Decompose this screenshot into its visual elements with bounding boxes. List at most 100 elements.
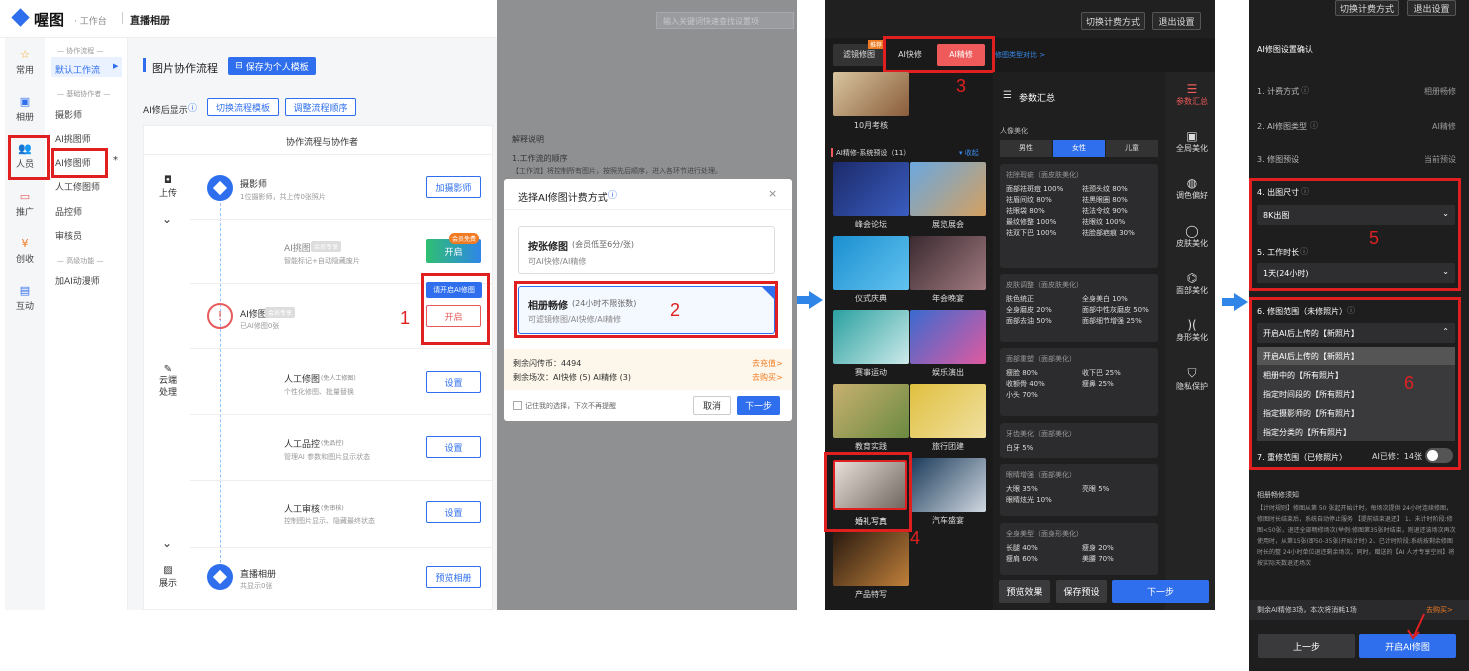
promote-icon: ▭ xyxy=(19,190,31,203)
chevron-down-icon[interactable]: ⌄ xyxy=(162,536,172,550)
param-value: 祛黑眼圈 80% xyxy=(1082,196,1128,204)
side-global[interactable]: ▣ 全局美化 xyxy=(1169,129,1215,154)
preview-album-button[interactable]: 预览相册 xyxy=(426,566,481,588)
save-template-button[interactable]: ⊟ 保存为个人模板 xyxy=(228,57,316,75)
explain-line2: 【工作流】将控制所有图片，按照先后顺序，进入各环节进行处理。 xyxy=(512,167,722,175)
thumb-label: 娱乐演出 xyxy=(932,368,964,377)
thumb-image[interactable] xyxy=(910,162,986,216)
highlight-wedding xyxy=(824,452,912,532)
buy-link[interactable]: 去购买> xyxy=(1426,605,1453,615)
sub-item-photographer[interactable]: 摄影师 xyxy=(55,108,82,121)
param-value: 大眼 35% xyxy=(1006,485,1038,493)
step-marker: 1 xyxy=(400,308,411,328)
thumb-image[interactable] xyxy=(833,384,909,438)
recharge-link[interactable]: 去充值> xyxy=(752,358,783,369)
thumb-label: 产品特写 xyxy=(855,590,887,599)
thumb-image[interactable] xyxy=(910,310,986,364)
page-title: 图片协作流程 xyxy=(152,62,218,75)
dialog-divider xyxy=(504,209,792,210)
exit-settings-button[interactable]: 退出设置 xyxy=(1407,0,1456,16)
side-face[interactable]: ⌬ 面部美化 xyxy=(1169,271,1215,296)
param-value: 全身磨皮 20% xyxy=(1006,306,1052,314)
save-preset-button[interactable]: 保存预设 xyxy=(1056,580,1107,603)
divider xyxy=(122,12,123,24)
gender-tab-female[interactable]: 女性 xyxy=(1053,140,1105,157)
nav-revenue[interactable]: ¥ 创收 xyxy=(5,237,45,265)
param-value: 最纹修整 100% xyxy=(1006,218,1057,226)
remember-checkbox[interactable] xyxy=(513,401,522,410)
help-icon[interactable]: ⓘ xyxy=(1301,85,1309,96)
sub-item-manual-retoucher[interactable]: 人工修图师 xyxy=(55,180,100,193)
switch-billing-button[interactable]: 切换计费方式 xyxy=(1335,0,1399,16)
param-value: 祛双下巴 100% xyxy=(1006,229,1057,237)
next-button[interactable]: 下一步 xyxy=(1112,580,1209,603)
row-title: 人工品控 xyxy=(284,440,321,450)
sub-item-ai-anime[interactable]: 加AI动漫师 xyxy=(55,274,100,287)
close-icon[interactable]: × xyxy=(768,187,777,200)
breadcrumb[interactable]: 直播相册 xyxy=(130,12,170,27)
param-value: 瘦肩 60% xyxy=(1006,555,1038,563)
help-icon[interactable]: ⓘ xyxy=(188,101,197,114)
side-skin[interactable]: ◯ 皮肤美化 xyxy=(1169,224,1215,249)
add-photographer-button[interactable]: 加摄影师 xyxy=(426,176,481,198)
nav-album[interactable]: ▣ 相册 xyxy=(5,95,45,123)
thumb-image[interactable] xyxy=(910,384,986,438)
search-input[interactable]: 输入关键词快速查找设置项 xyxy=(656,12,794,29)
card-title: 皮肤调整（面皮肤美化） xyxy=(1006,281,1083,289)
sub-item-reviewer[interactable]: 审核员 xyxy=(55,229,82,242)
card-title: 祛除瑕疵（面皮肤美化） xyxy=(1006,171,1083,179)
ai-show-label: AI修后显示 xyxy=(143,106,188,116)
sub-item-ai-picker[interactable]: AI挑图师 xyxy=(55,132,91,145)
side-body[interactable]: )(身形美化 xyxy=(1169,318,1215,343)
face-shape-icon: ⌬ xyxy=(1186,271,1198,285)
flow-arrow-icon xyxy=(1234,293,1248,311)
switch-template-button[interactable]: 切换流程模板 xyxy=(207,98,279,116)
thumb-image[interactable] xyxy=(833,162,909,216)
buy-link[interactable]: 去购买> xyxy=(752,372,783,383)
param-value: 祛眼袋 80% xyxy=(1006,207,1045,215)
cancel-button[interactable]: 取消 xyxy=(693,396,731,415)
gender-tab-male[interactable]: 男性 xyxy=(1000,140,1052,157)
collapse-link[interactable]: ▾ 收起 xyxy=(959,148,979,158)
explain-title: 解释说明 xyxy=(512,135,544,144)
nav-common[interactable]: ☆ 常用 xyxy=(5,48,45,76)
side-privacy[interactable]: ⛉ 隐私保护 xyxy=(1169,366,1215,392)
row-tag: (免人工修图) xyxy=(321,375,356,382)
gender-tab-child[interactable]: 儿童 xyxy=(1106,140,1158,157)
review-settings-button[interactable]: 设置 xyxy=(426,501,481,523)
recommend-badge: 推荐 xyxy=(868,40,885,49)
thumb-image[interactable] xyxy=(833,72,909,116)
thumb-image[interactable] xyxy=(910,458,986,512)
help-icon[interactable]: ⓘ xyxy=(1310,120,1318,131)
manual-retouch-settings-button[interactable]: 设置 xyxy=(426,371,481,393)
setting-value: AI精修 xyxy=(1432,122,1456,131)
exit-settings-button[interactable]: 退出设置 xyxy=(1152,12,1201,30)
thumb-label: 峰会论坛 xyxy=(855,220,887,229)
next-button[interactable]: 下一步 xyxy=(737,396,780,415)
nav-interact[interactable]: ▤ 互动 xyxy=(5,284,45,312)
quality-settings-button[interactable]: 设置 xyxy=(426,436,481,458)
chevron-down-icon[interactable]: ⌄ xyxy=(162,212,172,226)
side-color[interactable]: ◍ 调色偏好 xyxy=(1169,176,1215,201)
adjust-order-button[interactable]: 调整流程顺序 xyxy=(285,98,356,116)
thumb-image[interactable] xyxy=(833,532,909,586)
help-icon[interactable]: ⓘ xyxy=(608,188,617,201)
logo-text[interactable]: 喔图 xyxy=(34,9,64,30)
side-summary[interactable]: ☰ 参数汇总 xyxy=(1169,82,1215,107)
thumb-image[interactable] xyxy=(833,236,909,290)
highlight-size-duration xyxy=(1249,178,1461,291)
row-title: 人工修图 xyxy=(284,375,321,385)
compare-link[interactable]: 修图类型对比 > xyxy=(995,50,1045,60)
param-value: 美腰 70% xyxy=(1082,555,1114,563)
highlight-ai-fine xyxy=(883,36,995,73)
sub-item-quality[interactable]: 品控师 xyxy=(55,205,82,218)
nav-promote[interactable]: ▭ 推广 xyxy=(5,190,45,218)
thumb-label: 年会晚宴 xyxy=(932,294,964,303)
switch-billing-button[interactable]: 切换计费方式 xyxy=(1081,12,1145,30)
thumb-image[interactable] xyxy=(910,236,986,290)
param-value: 祛法令纹 90% xyxy=(1082,207,1128,215)
prev-button[interactable]: 上一步 xyxy=(1258,634,1355,658)
card-title: 全身美型（面身形美化） xyxy=(1006,530,1083,538)
thumb-image[interactable] xyxy=(833,310,909,364)
preview-button[interactable]: 预览效果 xyxy=(999,580,1050,603)
